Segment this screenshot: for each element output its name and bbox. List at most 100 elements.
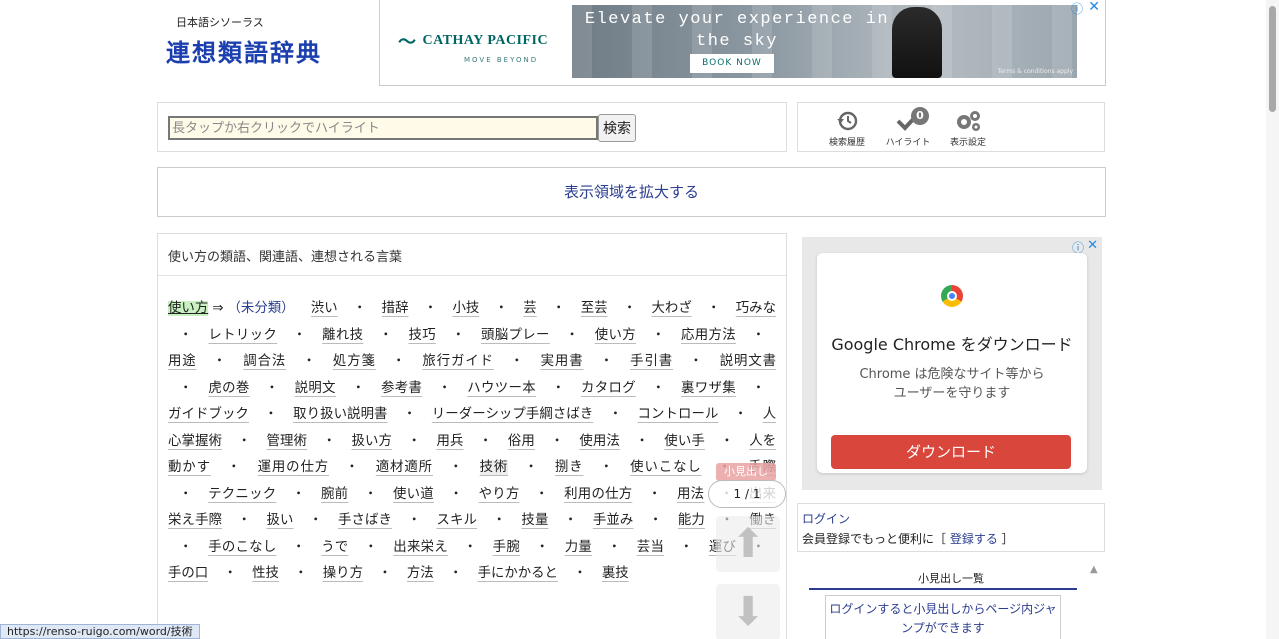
- ad-download-button[interactable]: ダウンロード: [831, 435, 1071, 469]
- synonym-word[interactable]: 使い方: [595, 328, 636, 343]
- synonym-word[interactable]: やり方: [479, 487, 520, 502]
- scroll-up-icon[interactable]: ▲: [1090, 564, 1098, 575]
- search-button[interactable]: 検索: [598, 114, 636, 142]
- synonym-word[interactable]: 調合法: [243, 354, 286, 369]
- synonym-word[interactable]: 処方箋: [333, 354, 376, 369]
- synonym-word[interactable]: 技巧: [408, 328, 436, 343]
- synonym-word[interactable]: 使い手: [664, 434, 705, 449]
- expand-display-link[interactable]: 表示領域を拡大する: [564, 183, 699, 201]
- synonym-word[interactable]: 方法: [407, 566, 434, 581]
- login-link[interactable]: ログイン: [802, 512, 850, 526]
- synonym-word[interactable]: 説明文: [295, 381, 336, 396]
- synonym-word[interactable]: 扱い方: [351, 434, 392, 449]
- synonym-word[interactable]: 旅行ガイド: [422, 354, 494, 369]
- synonym-word[interactable]: 手にかかると: [478, 566, 558, 581]
- category-link[interactable]: （未分類）: [227, 301, 306, 316]
- synonym-word[interactable]: 手の口: [168, 566, 208, 581]
- history-tool[interactable]: 検索履歴: [817, 109, 877, 148]
- synonym-word[interactable]: 手のこなし: [208, 540, 276, 555]
- synonym-word[interactable]: コントロール: [638, 407, 719, 422]
- synonym-word[interactable]: 渋い: [311, 301, 338, 316]
- synonym-word[interactable]: 裏技: [602, 566, 629, 581]
- synonym-word[interactable]: 手さばき: [338, 513, 392, 528]
- synonym-word[interactable]: 説明文書: [720, 354, 776, 369]
- ad-book-now-button[interactable]: BOOK NOW: [690, 54, 774, 73]
- synonym-word[interactable]: 俗用: [508, 434, 535, 449]
- word-separator: ・: [608, 407, 623, 422]
- synonym-word[interactable]: 実用書: [541, 354, 584, 369]
- synonym-word[interactable]: 措辞: [382, 301, 409, 316]
- synonym-word[interactable]: 裏ワザ集: [681, 381, 736, 396]
- head-word[interactable]: 使い方: [168, 301, 209, 316]
- register-link[interactable]: 登録する: [950, 532, 998, 546]
- ad-info-icon[interactable]: ⓘ: [1071, 0, 1083, 17]
- cathay-logo[interactable]: 〜 CATHAY PACIFIC MOVE BEYOND: [398, 28, 558, 64]
- synonym-word[interactable]: 参考書: [381, 381, 422, 396]
- synonym-word[interactable]: 腕前: [321, 487, 348, 502]
- site-logo[interactable]: 日本語シソーラス 連想類語辞典: [166, 14, 366, 74]
- word-separator: ・: [407, 433, 422, 449]
- synonym-word[interactable]: 巧みな: [736, 301, 776, 316]
- synonym-word[interactable]: リーダーシップ手綱さばき: [432, 407, 594, 422]
- arrow-down-icon[interactable]: ⬇: [716, 584, 780, 639]
- synonym-word[interactable]: 頭脳プレー: [481, 328, 550, 343]
- synonym-word[interactable]: 大わざ: [652, 301, 692, 316]
- synonym-word[interactable]: 用法: [677, 487, 704, 502]
- ad-banner-image[interactable]: Elevate your experience in the sky BOOK …: [572, 5, 1077, 78]
- synonym-word[interactable]: 芸当: [637, 540, 664, 555]
- arrow-up-icon[interactable]: ⬆: [716, 516, 780, 572]
- synonym-word[interactable]: 管理術: [267, 434, 308, 449]
- synonym-word[interactable]: 使い道: [393, 487, 434, 502]
- ad-card[interactable]: Google Chrome をダウンロード Chrome は危険なサイト等から …: [817, 253, 1087, 473]
- synonym-word[interactable]: 応用方法: [681, 328, 736, 343]
- register-prefix: 会員登録でもっと便利に［: [802, 532, 950, 546]
- synonym-word[interactable]: 利用の仕方: [564, 487, 632, 502]
- page-scrollbar[interactable]: [1266, 0, 1279, 639]
- top-advertisement[interactable]: 〜 CATHAY PACIFIC MOVE BEYOND Elevate your…: [379, 0, 1106, 86]
- search-input[interactable]: [168, 116, 598, 140]
- ad-close-icon[interactable]: ✕: [1087, 238, 1098, 253]
- synonym-word[interactable]: 操り方: [323, 566, 363, 581]
- side-advertisement[interactable]: ⓘ ✕ Google Chrome をダウンロード Chrome は危険なサイト…: [802, 237, 1102, 490]
- synonym-word[interactable]: うで: [321, 540, 348, 555]
- synonym-word[interactable]: 適材適所: [376, 460, 433, 475]
- synonym-word[interactable]: 技術: [479, 460, 509, 475]
- word-separator: ・: [379, 327, 393, 343]
- synonym-word[interactable]: 能力: [678, 513, 705, 528]
- synonym-word[interactable]: 扱い: [267, 513, 294, 528]
- synonym-word[interactable]: ガイドブック: [168, 407, 249, 422]
- synonym-word[interactable]: 技量: [521, 513, 548, 528]
- scrollbar-thumb[interactable]: [1269, 6, 1276, 112]
- ad-close-icon[interactable]: ✕: [1088, 0, 1100, 15]
- synonym-word[interactable]: スキル: [436, 513, 477, 528]
- synonym-word[interactable]: 力量: [565, 540, 592, 555]
- word-separator: ・: [607, 539, 622, 555]
- synonym-word[interactable]: 至芸: [581, 301, 608, 316]
- synonym-word[interactable]: 性技: [252, 566, 279, 581]
- synonym-word[interactable]: 虎の巻: [208, 381, 249, 396]
- synonym-word[interactable]: 運用の仕方: [258, 460, 330, 475]
- synonym-word[interactable]: 離れ技: [322, 328, 363, 343]
- settings-tool[interactable]: 表示設定: [938, 109, 998, 148]
- highlight-tool[interactable]: 0 ハイライト: [878, 107, 938, 148]
- subheading-tag: 小見出し: [716, 463, 776, 481]
- synonym-word[interactable]: 捌き: [555, 460, 584, 475]
- gear-icon: [938, 109, 998, 133]
- word-separator: ・: [227, 460, 242, 475]
- synonym-word[interactable]: 手腕: [493, 540, 520, 555]
- synonym-word[interactable]: レトリック: [208, 328, 277, 343]
- synonym-word[interactable]: 用途: [168, 354, 197, 369]
- synonym-word[interactable]: 取り扱い説明書: [293, 407, 387, 422]
- synonym-word[interactable]: テクニック: [208, 487, 276, 502]
- subheading-login-note[interactable]: ログインすると小見出しからページ内ジャンプができます: [825, 595, 1061, 639]
- synonym-word[interactable]: 使いこなし: [630, 460, 702, 475]
- synonym-word[interactable]: ハウツー本: [467, 381, 536, 396]
- synonym-word[interactable]: カタログ: [581, 381, 636, 396]
- synonym-word[interactable]: 手引書: [630, 354, 673, 369]
- synonym-word[interactable]: 出来栄え: [393, 540, 448, 555]
- synonym-word[interactable]: 小技: [452, 301, 479, 316]
- synonym-word[interactable]: 使用法: [579, 434, 620, 449]
- synonym-word[interactable]: 芸: [523, 301, 536, 316]
- synonym-word[interactable]: 手並み: [593, 513, 634, 528]
- synonym-word[interactable]: 用兵: [436, 434, 463, 449]
